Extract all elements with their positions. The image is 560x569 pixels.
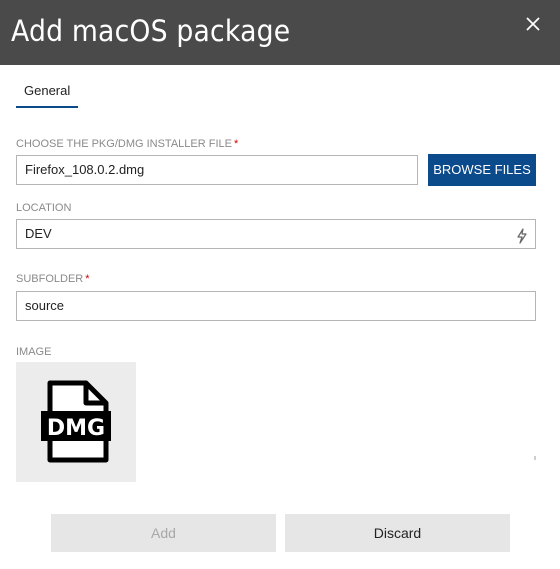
location-label: LOCATION bbox=[16, 202, 72, 214]
installer-label: CHOOSE THE PKG/DMG INSTALLER FILE * bbox=[16, 138, 238, 150]
required-mark: * bbox=[233, 138, 239, 150]
browse-files-button[interactable]: BROWSE FILES bbox=[428, 154, 536, 186]
tab-bar: General bbox=[16, 82, 79, 108]
add-package-dialog: Add macOS package General CHOOSE THE PKG… bbox=[0, 0, 560, 569]
subfolder-value: source bbox=[25, 298, 65, 313]
lightning-bolt-icon[interactable] bbox=[515, 226, 529, 244]
discard-button[interactable]: Discard bbox=[285, 514, 510, 552]
dialog-title: Add macOS package bbox=[11, 14, 291, 48]
resize-handle bbox=[534, 456, 536, 460]
subfolder-input[interactable]: source bbox=[16, 291, 536, 321]
installer-label-text: CHOOSE THE PKG/DMG INSTALLER FILE bbox=[16, 138, 232, 150]
subfolder-label: SUBFOLDER * bbox=[16, 273, 90, 285]
location-value: DEV bbox=[25, 226, 52, 241]
dmg-file-icon: DMG bbox=[41, 380, 111, 463]
image-label: IMAGE bbox=[16, 346, 52, 358]
subfolder-label-text: SUBFOLDER bbox=[16, 273, 84, 285]
installer-file-value: Firefox_108.0.2.dmg bbox=[25, 162, 145, 177]
add-button[interactable]: Add bbox=[51, 514, 276, 552]
required-mark: * bbox=[85, 273, 90, 285]
dmg-icon-text: DMG bbox=[47, 416, 105, 441]
image-preview[interactable]: DMG bbox=[16, 362, 136, 482]
dialog-header: Add macOS package bbox=[0, 0, 560, 65]
installer-file-field[interactable]: Firefox_108.0.2.dmg bbox=[16, 155, 418, 185]
tab-general[interactable]: General bbox=[16, 83, 79, 108]
close-icon[interactable] bbox=[524, 15, 542, 33]
location-field[interactable]: DEV bbox=[16, 219, 536, 249]
